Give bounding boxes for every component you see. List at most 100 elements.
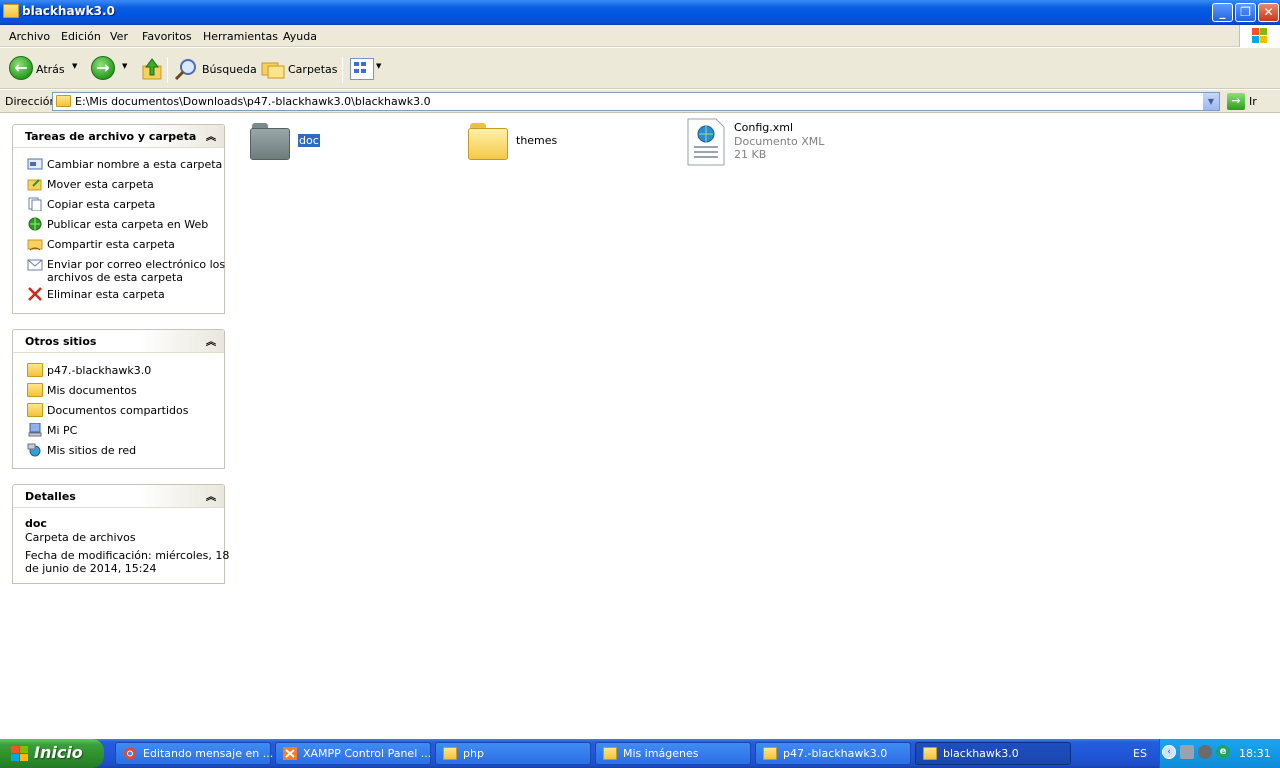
forward-button[interactable]: → bbox=[91, 56, 115, 80]
windows-logo-icon bbox=[1239, 25, 1280, 47]
folder-icon bbox=[923, 747, 937, 760]
link-label: Publicar esta carpeta en Web bbox=[47, 218, 209, 231]
link-label: Copiar esta carpeta bbox=[47, 198, 156, 211]
file-item-config-xml[interactable]: Config.xml Documento XML 21 KB bbox=[686, 117, 836, 167]
search-label[interactable]: Búsqueda bbox=[202, 63, 257, 76]
collapse-chevron-icon[interactable]: ︽ bbox=[206, 333, 216, 348]
taskbar-item-xampp[interactable]: XAMPP Control Panel ... bbox=[275, 742, 431, 765]
link-label: Documentos compartidos bbox=[47, 404, 189, 417]
menu-ver[interactable]: Ver bbox=[110, 30, 128, 43]
folder-icon bbox=[443, 747, 457, 760]
delete-icon bbox=[28, 287, 42, 301]
folders-label[interactable]: Carpetas bbox=[288, 63, 337, 76]
computer-icon bbox=[28, 423, 42, 437]
network-icon[interactable] bbox=[1180, 745, 1194, 759]
panel-header[interactable]: Otros sitios ︽ bbox=[13, 330, 224, 353]
folder-icon bbox=[27, 363, 43, 377]
start-label: Inicio bbox=[34, 743, 83, 762]
details-panel: Detalles ︽ doc Carpeta de archivos Fecha… bbox=[12, 484, 229, 584]
link-label: Mis documentos bbox=[47, 384, 137, 397]
views-icon[interactable] bbox=[350, 58, 374, 80]
back-button[interactable]: ← bbox=[9, 56, 33, 80]
minimize-button[interactable]: _ bbox=[1212, 3, 1233, 22]
shared-folder-icon bbox=[27, 403, 43, 417]
chrome-icon bbox=[124, 747, 136, 760]
panel-title: Otros sitios bbox=[25, 335, 97, 348]
task-label: XAMPP Control Panel ... bbox=[303, 747, 432, 760]
taskbar-item-php[interactable]: php bbox=[435, 742, 591, 765]
up-folder-icon[interactable] bbox=[141, 57, 163, 81]
file-name: themes bbox=[516, 134, 558, 147]
taskbar-item-browser[interactable]: Editando mensaje en ... bbox=[115, 742, 273, 765]
language-indicator[interactable]: ES bbox=[1133, 747, 1147, 760]
back-dropdown-icon[interactable]: ▼ bbox=[72, 62, 77, 70]
file-list-view[interactable] bbox=[236, 114, 1280, 738]
move-icon bbox=[27, 179, 42, 191]
file-size: 21 KB bbox=[734, 148, 767, 161]
panel-header[interactable]: Detalles ︽ bbox=[13, 485, 224, 508]
taskbar-item-blackhawk[interactable]: blackhawk3.0 bbox=[915, 742, 1071, 765]
link-label: Mis sitios de red bbox=[47, 444, 137, 457]
views-dropdown-icon[interactable]: ▼ bbox=[376, 62, 381, 70]
folder-icon bbox=[56, 95, 71, 107]
windows-logo-icon bbox=[11, 746, 28, 761]
window-title: blackhawk3.0 bbox=[22, 4, 115, 18]
folder-icon bbox=[763, 747, 777, 760]
show-hidden-icons-icon[interactable]: ‹ bbox=[1162, 745, 1176, 759]
link-label: Eliminar esta carpeta bbox=[47, 288, 165, 301]
folder-icon bbox=[468, 123, 508, 160]
task-label: php bbox=[463, 747, 484, 760]
address-input[interactable]: E:\Mis documentos\Downloads\p47.-blackha… bbox=[52, 92, 1220, 111]
folders-icon[interactable] bbox=[261, 59, 285, 79]
address-label: Dirección bbox=[5, 95, 57, 108]
xml-document-icon bbox=[687, 118, 725, 166]
other-places-panel: Otros sitios ︽ p47.-blackhawk3.0 Mis doc… bbox=[12, 329, 225, 469]
taskbar-item-my-pictures[interactable]: Mis imágenes bbox=[595, 742, 751, 765]
panel-title: Detalles bbox=[25, 490, 76, 503]
taskbar-item-p47[interactable]: p47.-blackhawk3.0 bbox=[755, 742, 911, 765]
link-label: archivos de esta carpeta bbox=[47, 271, 183, 284]
share-icon bbox=[27, 239, 43, 251]
back-label[interactable]: Atrás bbox=[36, 63, 65, 76]
task-label: p47.-blackhawk3.0 bbox=[783, 747, 888, 760]
go-arrow-icon[interactable]: → bbox=[1227, 93, 1245, 110]
address-dropdown-icon[interactable]: ▼ bbox=[1202, 93, 1219, 110]
pictures-folder-icon bbox=[603, 747, 617, 760]
go-button[interactable]: Ir bbox=[1249, 95, 1257, 108]
panel-header[interactable]: Tareas de archivo y carpeta ︽ bbox=[13, 125, 224, 148]
task-label: Mis imágenes bbox=[623, 747, 699, 760]
panel-title: Tareas de archivo y carpeta bbox=[25, 130, 197, 143]
details-modified-2: de junio de 2014, 15:24 bbox=[25, 562, 157, 575]
menu-favoritos[interactable]: Favoritos bbox=[142, 30, 192, 43]
file-type: Documento XML bbox=[734, 135, 825, 148]
link-label: Compartir esta carpeta bbox=[47, 238, 175, 251]
file-name: Config.xml bbox=[734, 121, 794, 134]
clock[interactable]: 18:31 bbox=[1239, 747, 1271, 760]
menu-herramientas[interactable]: Herramientas bbox=[203, 30, 278, 43]
collapse-chevron-icon[interactable]: ︽ bbox=[206, 488, 216, 503]
restore-button[interactable]: ❐ bbox=[1235, 3, 1256, 22]
start-button[interactable]: Inicio bbox=[0, 739, 104, 768]
security-icon[interactable] bbox=[1198, 745, 1212, 759]
folder-icon bbox=[250, 123, 290, 160]
network-icon bbox=[27, 443, 41, 457]
title-bar[interactable]: blackhawk3.0 _ ❐ ✕ bbox=[0, 0, 1280, 25]
file-folder-tasks-panel: Tareas de archivo y carpeta ︽ Cambiar no… bbox=[12, 124, 225, 314]
antivirus-icon[interactable]: e bbox=[1216, 745, 1230, 759]
rename-icon bbox=[27, 158, 43, 170]
search-icon[interactable] bbox=[174, 58, 198, 81]
close-button[interactable]: ✕ bbox=[1258, 3, 1279, 22]
link-label: Cambiar nombre a esta carpeta bbox=[47, 158, 223, 171]
file-item-themes[interactable]: themes bbox=[466, 120, 576, 164]
forward-dropdown-icon[interactable]: ▼ bbox=[122, 62, 127, 70]
file-item-doc[interactable]: doc bbox=[248, 120, 328, 164]
collapse-chevron-icon[interactable]: ︽ bbox=[206, 128, 216, 143]
my-documents-icon bbox=[27, 383, 43, 397]
menu-ayuda[interactable]: Ayuda bbox=[283, 30, 317, 43]
email-icon bbox=[27, 259, 43, 271]
address-path: E:\Mis documentos\Downloads\p47.-blackha… bbox=[75, 95, 431, 108]
menu-bar: Archivo Edición Ver Favoritos Herramient… bbox=[0, 25, 1280, 47]
menu-archivo[interactable]: Archivo bbox=[9, 30, 50, 43]
address-bar: Dirección E:\Mis documentos\Downloads\p4… bbox=[0, 90, 1280, 113]
menu-edicion[interactable]: Edición bbox=[61, 30, 101, 43]
